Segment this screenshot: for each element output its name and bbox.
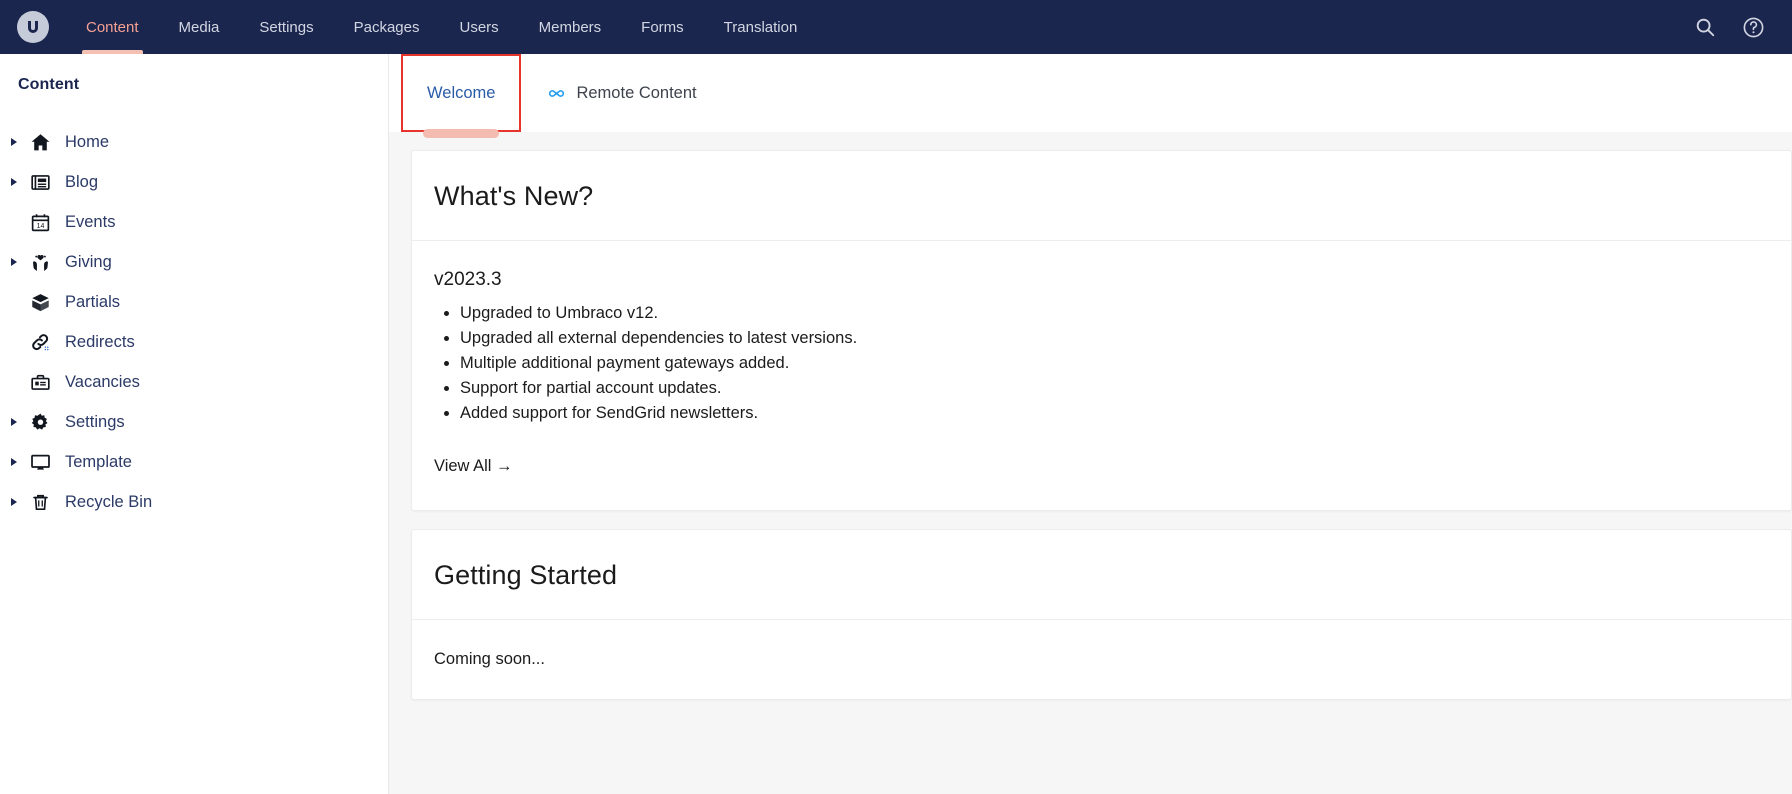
sidebar-item-label: Events (65, 212, 116, 231)
tab-remote-content[interactable]: Remote Content (521, 54, 722, 132)
nav-item-packages[interactable]: Packages (334, 0, 440, 54)
nav-item-settings[interactable]: Settings (239, 0, 333, 54)
main-nav-items: Content Media Settings Packages Users Me… (66, 0, 1692, 54)
umbraco-logo-button[interactable] (0, 0, 66, 54)
sidebar-item-label: Recycle Bin (65, 492, 153, 511)
whats-new-body: v2023.3 Upgraded to Umbraco v12. Upgrade… (412, 241, 1791, 510)
expand-caret-icon[interactable] (4, 418, 24, 426)
monitor-icon (24, 452, 56, 473)
expand-caret-icon[interactable] (4, 178, 24, 186)
hands-heart-icon (24, 252, 56, 273)
sidebar-item-label: Home (65, 132, 110, 151)
release-notes-list: Upgraded to Umbraco v12. Upgraded all ex… (460, 301, 1769, 426)
briefcase-icon (24, 372, 56, 393)
top-bar-actions (1692, 0, 1792, 54)
nav-label: Members (538, 18, 602, 36)
nav-item-members[interactable]: Members (519, 0, 622, 54)
sidebar-item-label: Settings (65, 412, 125, 431)
content-tabs: Welcome Remote Content (389, 54, 1792, 138)
home-icon (24, 132, 56, 153)
getting-started-header: Getting Started (412, 530, 1791, 620)
calendar-icon: 14 (24, 212, 56, 233)
list-item: Multiple additional payment gateways add… (460, 351, 1769, 376)
article-icon (24, 172, 56, 193)
list-item: Added support for SendGrid newsletters. (460, 401, 1769, 426)
umbraco-logo (17, 11, 49, 43)
list-item: Upgraded all external dependencies to la… (460, 326, 1769, 351)
nav-label: Packages (353, 18, 420, 36)
main-content-area: Welcome Remote Content What's New? v2023… (389, 54, 1792, 794)
nav-label: Users (459, 18, 499, 36)
sidebar-item-redirects[interactable]: Redirects (0, 322, 388, 362)
sidebar-item-label: Template (65, 452, 132, 471)
sidebar-item-home[interactable]: Home (0, 122, 388, 162)
sidebar-item-template[interactable]: Template (0, 442, 388, 482)
sidebar-item-settings[interactable]: Settings (0, 402, 388, 442)
svg-text:14: 14 (36, 222, 44, 229)
nav-label: Content (86, 18, 139, 36)
trash-icon (24, 492, 56, 513)
sidebar-item-giving[interactable]: Giving (0, 242, 388, 282)
infinity-icon (547, 84, 566, 103)
release-version: v2023.3 (434, 269, 502, 290)
link-icon (24, 332, 56, 353)
top-navigation-bar: Content Media Settings Packages Users Me… (0, 0, 1792, 54)
section-title: Getting Started (434, 560, 618, 590)
box-icon (24, 292, 56, 313)
getting-started-card: Getting Started Coming soon... (411, 529, 1792, 700)
sidebar-item-label: Giving (65, 252, 112, 271)
sidebar-item-partials[interactable]: Partials (0, 282, 388, 322)
whats-new-header: What's New? (412, 151, 1791, 241)
dashboard-scroll-region: What's New? v2023.3 Upgraded to Umbraco … (389, 132, 1792, 794)
sidebar-title: Content (18, 76, 80, 93)
list-item: Upgraded to Umbraco v12. (460, 301, 1769, 326)
whats-new-card: What's New? v2023.3 Upgraded to Umbraco … (411, 150, 1792, 511)
sidebar-item-label: Partials (65, 292, 121, 311)
sidebar-item-label: Vacancies (65, 372, 140, 391)
sidebar-item-blog[interactable]: Blog (0, 162, 388, 202)
nav-item-forms[interactable]: Forms (621, 0, 704, 54)
sidebar-item-vacancies[interactable]: Vacancies (0, 362, 388, 402)
nav-item-users[interactable]: Users (439, 0, 518, 54)
tab-label: Remote Content (576, 83, 697, 102)
nav-label: Forms (641, 18, 684, 36)
gear-icon (24, 412, 56, 433)
nav-item-media[interactable]: Media (159, 0, 240, 54)
nav-item-translation[interactable]: Translation (704, 0, 818, 54)
search-icon[interactable] (1692, 14, 1718, 40)
page-title: What's New? (434, 181, 594, 211)
help-icon[interactable] (1740, 14, 1766, 40)
sidebar-item-label: Blog (65, 172, 99, 191)
getting-started-body: Coming soon... (434, 650, 545, 668)
expand-caret-icon[interactable] (4, 258, 24, 266)
nav-label: Settings (259, 18, 314, 36)
sidebar-item-label: Redirects (65, 332, 135, 351)
expand-caret-icon[interactable] (4, 498, 24, 506)
nav-label: Translation (723, 18, 798, 36)
app-body: Content Home Blog 14 Events Giving Parti… (0, 54, 1792, 794)
content-sidebar: Content Home Blog 14 Events Giving Parti… (0, 54, 389, 794)
nav-label: Media (178, 18, 220, 36)
sidebar-item-events[interactable]: 14 Events (0, 202, 388, 242)
expand-caret-icon[interactable] (4, 458, 24, 466)
list-item: Support for partial account updates. (460, 376, 1769, 401)
expand-caret-icon[interactable] (4, 138, 24, 146)
tab-label: Welcome (427, 83, 496, 102)
tab-welcome[interactable]: Welcome (401, 54, 522, 138)
nav-item-content[interactable]: Content (66, 0, 159, 54)
sidebar-item-recycle-bin[interactable]: Recycle Bin (0, 482, 388, 522)
view-all-link[interactable]: View All → (434, 457, 513, 476)
